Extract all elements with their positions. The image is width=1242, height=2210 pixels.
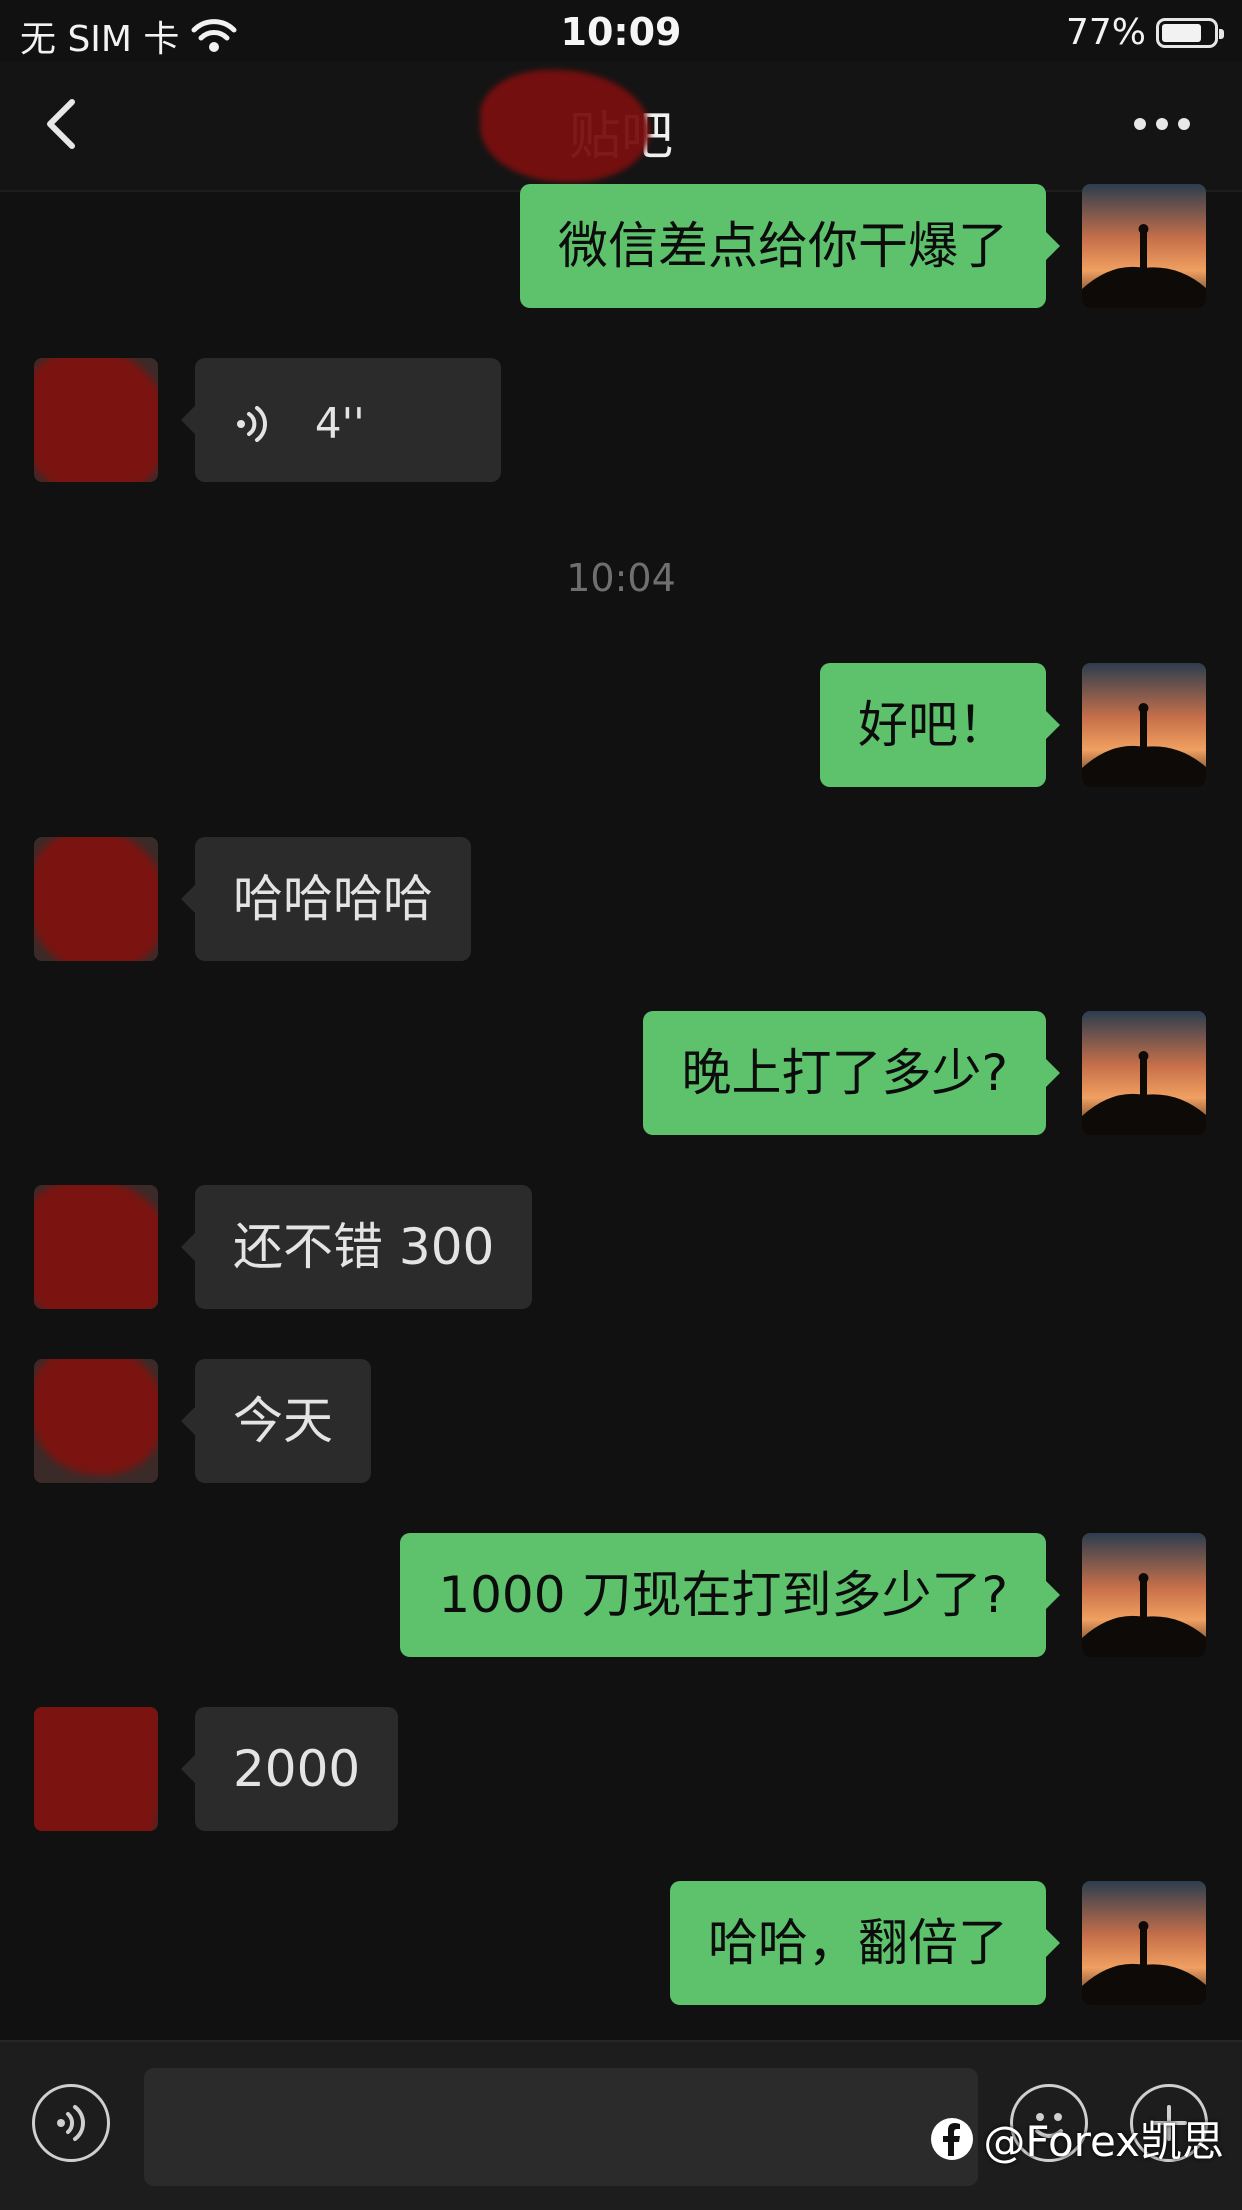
status-bar: 无 SIM 卡 10:09 77%: [0, 0, 1242, 62]
bubble-tail: [1046, 1059, 1060, 1087]
my-message-bubble[interactable]: 晚上打了多少?: [643, 1011, 1060, 1135]
contact-message-bubble[interactable]: 今天: [181, 1359, 371, 1483]
message-text: 好吧！: [858, 696, 1008, 754]
redaction-mark: [34, 837, 158, 961]
my-avatar[interactable]: [1082, 1881, 1206, 2005]
more-dots-icon[interactable]: [1132, 114, 1192, 134]
my-message-bubble[interactable]: 哈哈，翻倍了: [670, 1881, 1060, 2005]
my-message-bubble[interactable]: 好吧！: [820, 663, 1060, 787]
contact-avatar[interactable]: [34, 1359, 158, 1483]
redaction-mark: [34, 358, 158, 482]
contact-avatar[interactable]: [34, 837, 158, 961]
bubble-tail: [1046, 232, 1060, 260]
my-message-bubble[interactable]: 1000 刀现在打到多少了?: [400, 1533, 1060, 1657]
bubble-tail: [1046, 711, 1060, 739]
message-timestamp: 10:04: [566, 556, 676, 600]
battery-fill: [1162, 23, 1201, 42]
battery-indicator: 77%: [1065, 12, 1224, 53]
contact-message-bubble[interactable]: 还不错 300: [181, 1185, 533, 1309]
redaction-mark: [34, 1185, 158, 1309]
voice-wave-glyph: [57, 2105, 85, 2141]
bubble-tail: [181, 1755, 195, 1783]
status-time: 10:09: [560, 10, 682, 54]
message-input[interactable]: [144, 2068, 978, 2186]
bubble-tail: [181, 1233, 195, 1261]
message-text: 哈哈，翻倍了: [708, 1914, 1008, 1972]
my-avatar[interactable]: [1082, 1533, 1206, 1657]
redaction-mark: [34, 1359, 158, 1475]
my-avatar[interactable]: [1082, 184, 1206, 308]
message-text: 还不错 300: [233, 1218, 495, 1276]
my-message-bubble[interactable]: 微信差点给你干爆了: [520, 184, 1060, 308]
voice-wave-icon: [237, 405, 267, 442]
message-text: 微信差点给你干爆了: [558, 217, 1008, 275]
redaction-mark: [480, 70, 650, 182]
bubble-tail: [1046, 1929, 1060, 1957]
battery-icon: [1156, 17, 1224, 48]
bubble-tail: [181, 406, 195, 434]
chat-header: 贴吧: [0, 62, 1242, 192]
redaction-mark: [34, 1707, 158, 1831]
bubble-tail: [181, 1407, 195, 1435]
contact-message-bubble[interactable]: 哈哈哈哈: [181, 837, 471, 961]
voice-message-bubble[interactable]: 4'': [181, 358, 501, 482]
message-text: 晚上打了多少?: [681, 1044, 1008, 1102]
voice-icon[interactable]: [32, 2084, 110, 2162]
contact-avatar[interactable]: [34, 1185, 158, 1309]
my-avatar[interactable]: [1082, 663, 1206, 787]
message-text: 今天: [233, 1392, 333, 1450]
contact-message-bubble[interactable]: 2000: [181, 1707, 399, 1831]
message-text: 1000 刀现在打到多少了?: [438, 1566, 1008, 1624]
battery-nub: [1219, 28, 1224, 39]
facebook-icon: [931, 2117, 974, 2160]
voice-duration: 4'': [314, 398, 365, 448]
contact-avatar[interactable]: [34, 1707, 158, 1831]
bubble-tail: [1046, 1581, 1060, 1609]
contact-avatar[interactable]: [34, 358, 158, 482]
my-avatar[interactable]: [1082, 1011, 1206, 1135]
bubble-tail: [181, 885, 195, 913]
message-text: 2000: [233, 1740, 361, 1798]
watermark: @Forex凯思: [929, 2108, 1224, 2169]
message-text: 哈哈哈哈: [233, 870, 433, 928]
battery-percent: 77%: [1065, 12, 1146, 53]
watermark-text: @Forex凯思: [983, 2117, 1224, 2166]
